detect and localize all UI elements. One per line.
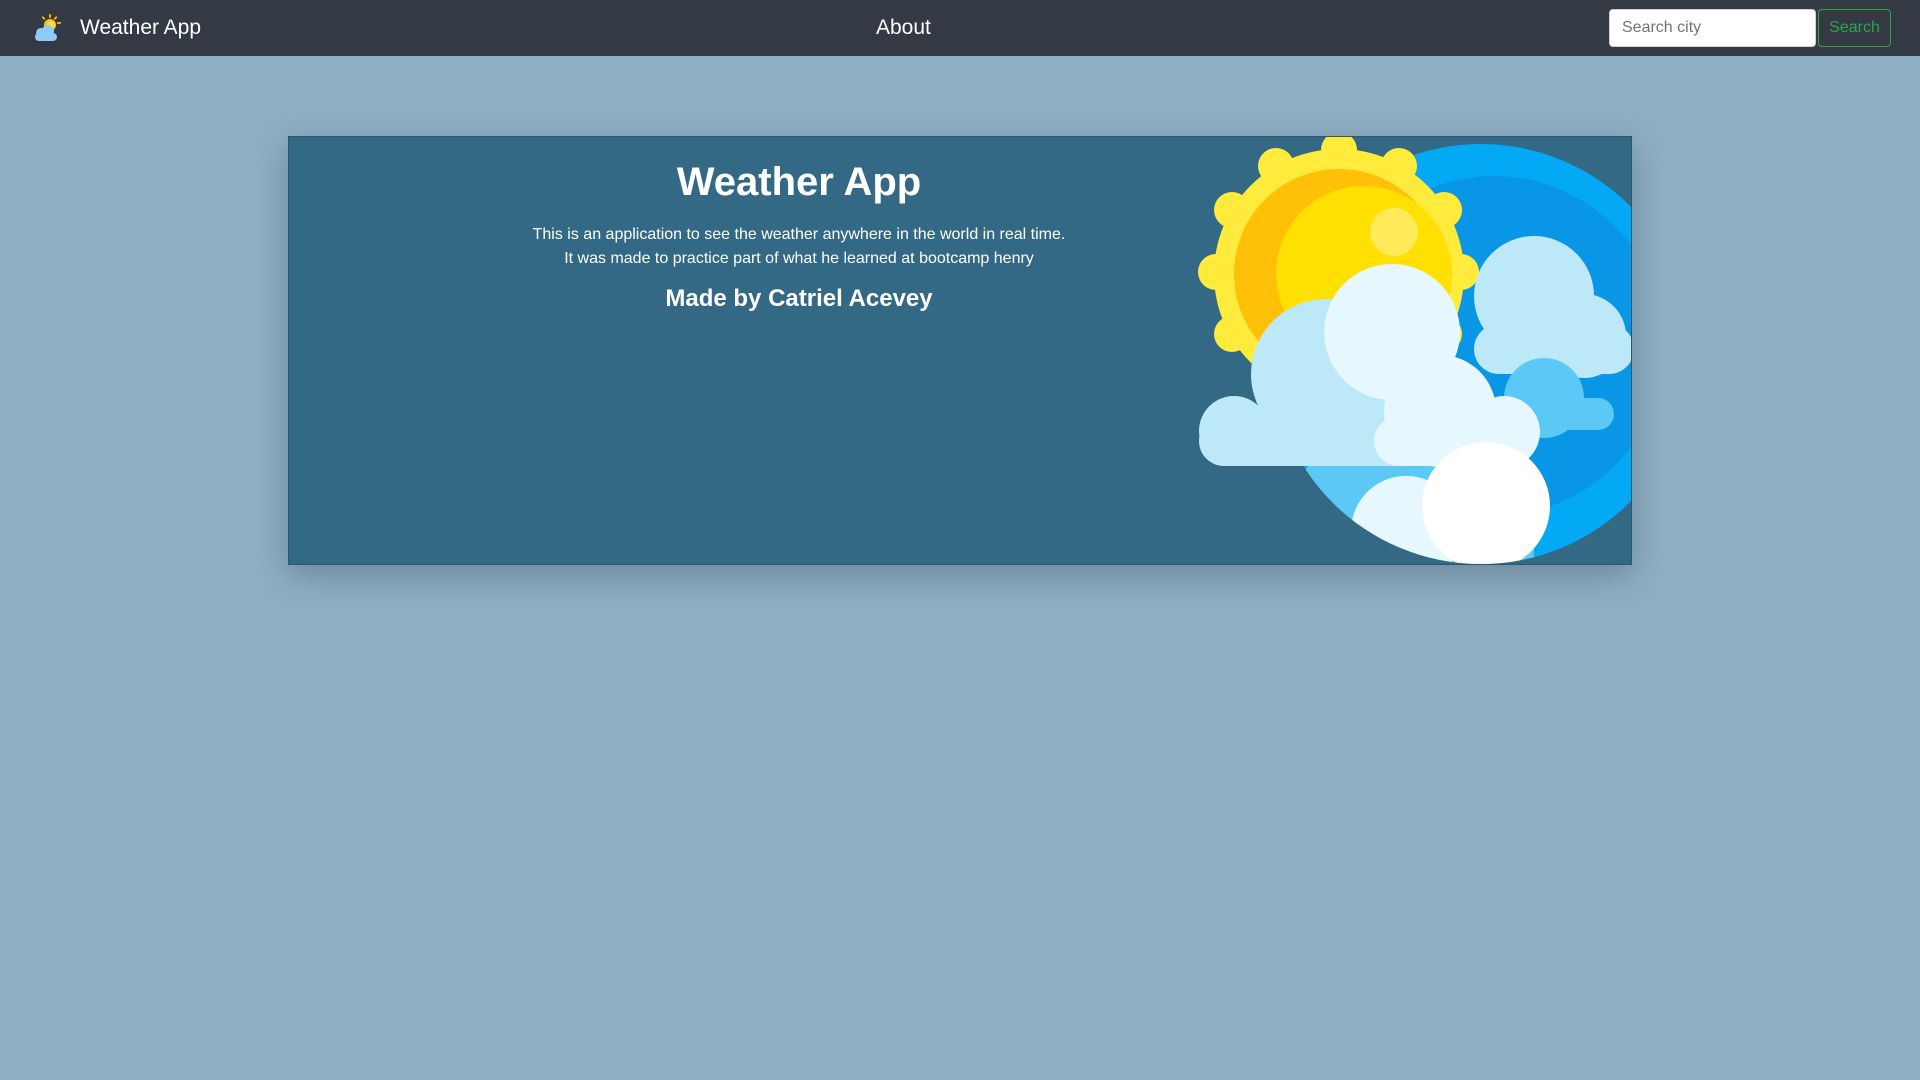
about-card: Weather App This is an application to se… (288, 136, 1632, 565)
description-line-2: It was made to practice part of what he … (564, 250, 1034, 267)
search-input[interactable] (1609, 9, 1816, 47)
search-button[interactable]: Search (1818, 9, 1891, 47)
brand-link[interactable]: Weather App (30, 12, 201, 44)
sun-clouds-illustration (1198, 137, 1631, 564)
search-form: Search (1609, 9, 1891, 47)
card-title: Weather App (676, 160, 922, 204)
navbar: Weather App About Search (0, 0, 1920, 56)
description-line-1: This is an application to see the weathe… (532, 226, 1066, 243)
card-description: This is an application to see the weathe… (429, 223, 1169, 271)
brand-title: Weather App (80, 16, 202, 39)
card-author: Made by Catriel Acevey (665, 285, 933, 312)
card-text: Weather App This is an application to se… (429, 155, 1169, 315)
sun-cloud-icon (35, 14, 61, 41)
nav-link-about[interactable]: About (876, 14, 931, 42)
